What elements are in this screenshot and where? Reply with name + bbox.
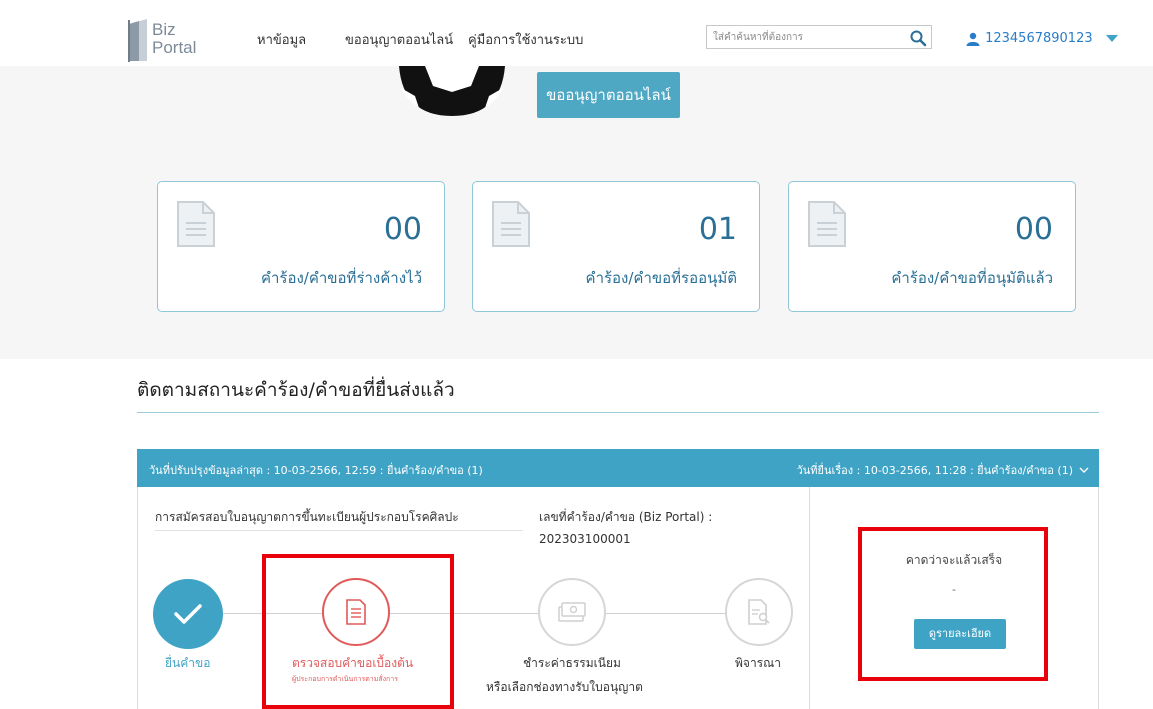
- document-review-icon: [748, 599, 770, 625]
- logo-text-portal: Portal: [152, 38, 197, 57]
- stat-count: 00: [1014, 212, 1053, 247]
- submitted-date-label: วันที่ยื่นเรื่อง : 10-03-2566, 11:28 : ย…: [796, 464, 1073, 477]
- user-menu[interactable]: 1234567890123: [966, 28, 1118, 48]
- stat-label: คำร้อง/คำขอที่รออนุมัติ: [585, 269, 737, 287]
- online-permit-button[interactable]: ขออนุญาตออนไลน์: [537, 72, 680, 118]
- nav-user-manual[interactable]: คู่มือการใช้งานระบบ: [468, 29, 583, 50]
- search-box: [706, 25, 932, 49]
- search-icon[interactable]: [909, 29, 927, 47]
- search-input[interactable]: [713, 28, 893, 46]
- annotation-highlight-step: [262, 554, 454, 709]
- step-consider-label: พิจารณา: [735, 656, 781, 670]
- stat-label: คำร้อง/คำขอที่ร่างค้างไว้: [260, 269, 422, 287]
- step-payment-label-2: หรือเลือกช่องทางรับใบอนุญาต: [486, 680, 643, 694]
- stat-count: 01: [698, 212, 737, 247]
- stat-count: 00: [383, 212, 422, 247]
- step-submit-circle[interactable]: [153, 579, 223, 649]
- step-payment-circle[interactable]: [538, 578, 606, 646]
- request-card-header[interactable]: วันที่ปรับปรุงข้อมูลล่าสุด : 10-03-2566,…: [137, 449, 1099, 487]
- check-icon: [174, 604, 202, 624]
- step-consider-circle[interactable]: [725, 578, 793, 646]
- biz-portal-logo[interactable]: Biz Portal: [127, 18, 207, 64]
- step-submit-label: ยื่นคำขอ: [165, 656, 211, 670]
- divider: [155, 530, 523, 531]
- card-column-divider: [809, 487, 810, 709]
- document-icon: [177, 201, 215, 247]
- request-name: การสมัครสอบใบอนุญาตการขึ้นทะเบียนผู้ประก…: [155, 510, 459, 524]
- submitted-date-text: วันที่ยื่นเรื่อง : 10-03-2566, 11:28 : ย…: [797, 461, 1089, 479]
- annotation-highlight-details: [858, 527, 1048, 681]
- nav-online-permit[interactable]: ขออนุญาตออนไลน์: [345, 29, 453, 50]
- money-icon: [558, 602, 586, 622]
- request-number-label: เลขที่คำร้อง/คำขอ (Biz Portal) :: [539, 510, 713, 524]
- nav-find-info[interactable]: หาข้อมูล: [257, 29, 306, 50]
- document-icon: [492, 201, 530, 247]
- document-icon: [808, 201, 846, 247]
- tracking-title: ติดตามสถานะคำร้อง/คำขอที่ยื่นส่งแล้ว: [137, 379, 455, 401]
- user-icon: [966, 32, 980, 46]
- stat-card-approved[interactable]: 00 คำร้อง/คำขอที่อนุมัติแล้ว: [788, 181, 1076, 312]
- caret-down-icon[interactable]: [1105, 34, 1118, 43]
- stat-label: คำร้อง/คำขอที่อนุมัติแล้ว: [891, 269, 1053, 287]
- divider: [137, 412, 1099, 413]
- chevron-down-icon[interactable]: [1079, 464, 1089, 477]
- username: 1234567890123: [985, 31, 1093, 46]
- step-payment-label: ชำระค่าธรรมเนียม: [523, 656, 621, 670]
- stat-card-pending[interactable]: 01 คำร้อง/คำขอที่รออนุมัติ: [472, 181, 760, 312]
- logo-mark-icon: [128, 19, 147, 62]
- last-updated-text: วันที่ปรับปรุงข้อมูลล่าสุด : 10-03-2566,…: [149, 464, 483, 477]
- request-number: 202303100001: [539, 532, 631, 546]
- stat-card-drafts[interactable]: 00 คำร้อง/คำขอที่ร่างค้างไว้: [157, 181, 445, 312]
- logo-text-biz: Biz: [152, 20, 176, 39]
- hero-ball-graphic: [399, 66, 505, 116]
